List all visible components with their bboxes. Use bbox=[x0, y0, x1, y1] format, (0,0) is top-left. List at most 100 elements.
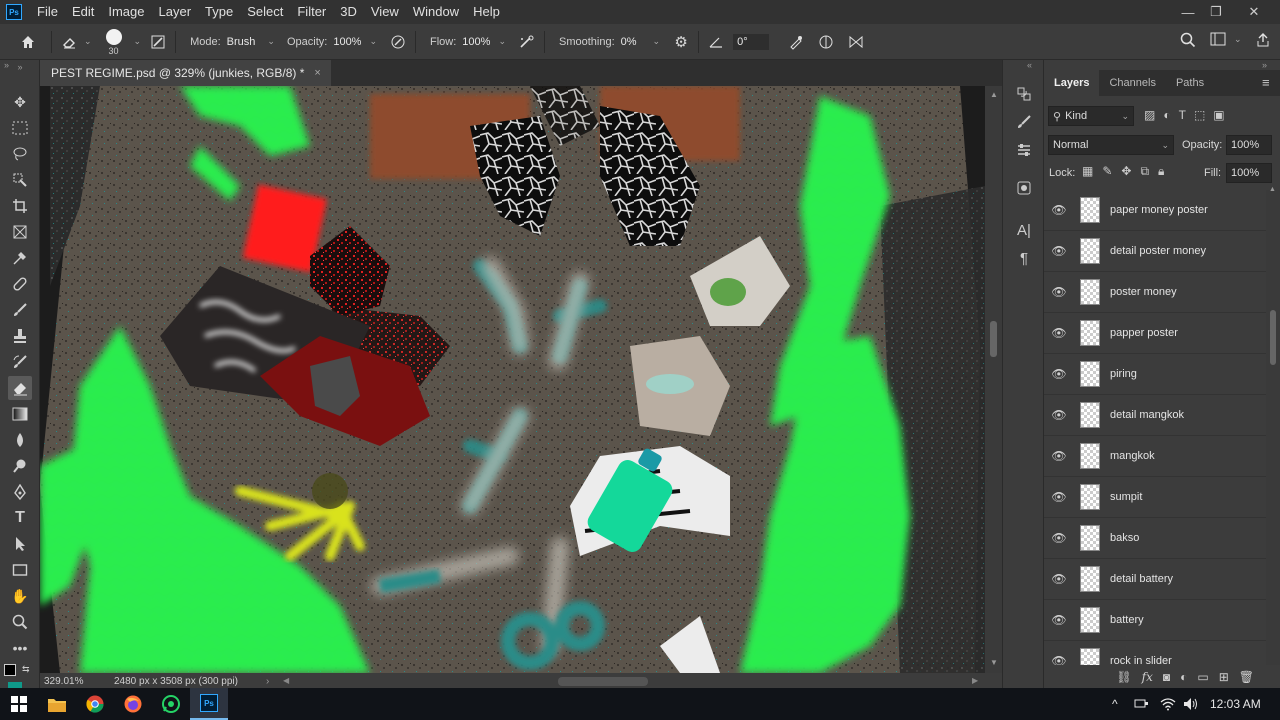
quick-select-tool-icon[interactable] bbox=[8, 168, 32, 192]
eye-icon[interactable]: 👁︎ bbox=[1044, 613, 1074, 627]
zoom-level[interactable]: 329.01% bbox=[44, 676, 104, 687]
scroll-up-icon[interactable]: ▲ bbox=[990, 90, 998, 99]
eye-icon[interactable]: 👁︎ bbox=[1044, 367, 1074, 381]
menu-edit[interactable]: Edit bbox=[65, 0, 101, 24]
canvas-vertical-scrollbar[interactable]: ▲ ▼ bbox=[985, 86, 1002, 673]
clock-time[interactable]: 12:03 AM bbox=[1210, 688, 1261, 720]
layer-row[interactable]: 👁︎ piring bbox=[1044, 354, 1266, 395]
history-panel-icon[interactable] bbox=[1012, 82, 1036, 106]
restore-button[interactable]: ❐ bbox=[1200, 0, 1232, 24]
trash-icon[interactable]: 🗑︎ bbox=[1239, 670, 1254, 684]
wifi-icon[interactable] bbox=[1160, 688, 1176, 720]
brush-size-picker[interactable]: 30 bbox=[98, 25, 130, 59]
scroll-down-icon[interactable]: ▼ bbox=[990, 658, 998, 667]
layer-filter-kind-select[interactable]: ⚲ Kind ⌄ bbox=[1048, 106, 1134, 126]
history-brush-tool-icon[interactable] bbox=[8, 350, 32, 374]
brush-settings-icon[interactable] bbox=[147, 34, 169, 50]
eye-icon[interactable]: 👁︎ bbox=[1044, 203, 1074, 217]
filter-adjustment-icon[interactable]: ◐ bbox=[1163, 108, 1170, 122]
show-hidden-icons[interactable]: ^ bbox=[1112, 688, 1118, 720]
chevron-down-icon[interactable]: ⌄ bbox=[653, 36, 661, 47]
layer-row[interactable]: 👁︎ detail poster money bbox=[1044, 231, 1266, 272]
tab-channels[interactable]: Channels bbox=[1099, 70, 1165, 96]
canvas-vertical-scroll-thumb[interactable] bbox=[990, 321, 997, 357]
eye-icon[interactable]: 👁︎ bbox=[1044, 572, 1074, 586]
chevron-down-icon[interactable]: ⌄ bbox=[369, 36, 377, 47]
lock-all-icon[interactable]: 🔒︎ bbox=[1158, 164, 1164, 179]
marquee-tool-icon[interactable] bbox=[8, 116, 32, 140]
path-select-tool-icon[interactable] bbox=[8, 532, 32, 556]
lasso-tool-icon[interactable] bbox=[8, 142, 32, 166]
menu-select[interactable]: Select bbox=[240, 0, 290, 24]
layer-row[interactable]: 👁︎ sumpit bbox=[1044, 477, 1266, 518]
close-tab-icon[interactable]: × bbox=[314, 67, 320, 79]
frame-tool-icon[interactable] bbox=[8, 220, 32, 244]
menu-help[interactable]: Help bbox=[466, 0, 507, 24]
filter-pixel-icon[interactable]: ▨ bbox=[1144, 108, 1155, 122]
tab-layers[interactable]: Layers bbox=[1044, 70, 1100, 96]
blur-tool-icon[interactable] bbox=[8, 428, 32, 452]
folder-icon[interactable]: ▭ bbox=[1197, 670, 1208, 684]
healing-brush-tool-icon[interactable] bbox=[8, 272, 32, 296]
start-button[interactable] bbox=[0, 688, 38, 720]
fx-icon[interactable]: fx bbox=[1142, 670, 1153, 684]
symmetry-icon[interactable] bbox=[815, 34, 837, 50]
butterfly-icon[interactable] bbox=[845, 34, 867, 50]
close-window-button[interactable]: ✕ bbox=[1238, 0, 1270, 24]
layer-row[interactable]: 👁︎ papper poster bbox=[1044, 313, 1266, 354]
menu-3d[interactable]: 3D bbox=[333, 0, 364, 24]
status-menu-arrow[interactable]: › bbox=[266, 676, 269, 687]
eye-icon[interactable]: 👁︎ bbox=[1044, 408, 1074, 422]
chrome-button[interactable] bbox=[76, 688, 114, 720]
airbrush-icon[interactable] bbox=[516, 34, 538, 50]
dodge-tool-icon[interactable] bbox=[8, 454, 32, 478]
expand-panels-icon[interactable]: « bbox=[1027, 60, 1032, 70]
stamp-tool-icon[interactable] bbox=[8, 324, 32, 348]
layer-row[interactable]: 👁︎ mangkok bbox=[1044, 436, 1266, 477]
flow-input[interactable]: 100% bbox=[462, 36, 490, 48]
brush-tool-icon[interactable] bbox=[8, 298, 32, 322]
hand-tool-icon[interactable]: ✋ bbox=[8, 584, 32, 608]
home-icon[interactable] bbox=[17, 34, 39, 50]
layer-row[interactable]: 👁︎ detail mangkok bbox=[1044, 395, 1266, 436]
eye-icon[interactable]: 👁︎ bbox=[1044, 490, 1074, 504]
eye-icon[interactable]: 👁︎ bbox=[1044, 449, 1074, 463]
menu-filter[interactable]: Filter bbox=[290, 0, 333, 24]
scroll-up-icon[interactable]: ▲ bbox=[1269, 186, 1276, 193]
mask-icon[interactable]: ◙ bbox=[1163, 670, 1170, 684]
crop-tool-icon[interactable] bbox=[8, 194, 32, 218]
scroll-left-icon[interactable]: ◀ bbox=[283, 676, 289, 685]
menu-view[interactable]: View bbox=[364, 0, 406, 24]
libraries-panel-icon[interactable] bbox=[1012, 176, 1036, 200]
zoom-tool-icon[interactable] bbox=[8, 610, 32, 634]
link-icon[interactable]: ⛓ bbox=[1116, 670, 1131, 684]
scroll-right-icon[interactable]: ▶ bbox=[972, 676, 978, 685]
blend-mode-select[interactable]: Normal ⌄ bbox=[1048, 135, 1174, 155]
menu-type[interactable]: Type bbox=[198, 0, 240, 24]
chevron-down-icon[interactable]: ⌄ bbox=[134, 36, 142, 47]
filter-smart-object-icon[interactable]: ▣ bbox=[1213, 108, 1224, 122]
more-tools-icon[interactable]: ••• bbox=[8, 636, 32, 660]
photoshop-button[interactable]: Ps bbox=[190, 688, 228, 720]
collapse-panel-icon[interactable]: » bbox=[4, 60, 9, 70]
type-tool-icon[interactable]: T bbox=[8, 506, 32, 530]
eye-icon[interactable]: 👁︎ bbox=[1044, 654, 1074, 665]
layers-scroll-thumb[interactable] bbox=[1270, 310, 1276, 365]
mode-select[interactable]: Brush bbox=[227, 36, 256, 48]
chevron-down-icon[interactable]: ⌄ bbox=[267, 36, 275, 47]
adjustments-panel-icon[interactable] bbox=[1012, 138, 1036, 162]
adjustment-icon[interactable]: ◐ bbox=[1180, 670, 1187, 684]
layer-row[interactable]: 👁︎ bakso bbox=[1044, 518, 1266, 559]
chevron-down-icon[interactable]: ⌄ bbox=[1234, 34, 1242, 45]
pen-tool-icon[interactable] bbox=[8, 480, 32, 504]
menu-window[interactable]: Window bbox=[406, 0, 466, 24]
gradient-tool-icon[interactable] bbox=[8, 402, 32, 426]
eraser-tool-icon[interactable] bbox=[8, 376, 32, 400]
menu-layer[interactable]: Layer bbox=[152, 0, 199, 24]
layers-scrollbar[interactable]: ▲ bbox=[1266, 186, 1280, 665]
filter-shape-icon[interactable]: ⬚ bbox=[1194, 108, 1205, 122]
collapse-panel-icon[interactable]: » bbox=[8, 62, 32, 72]
volume-icon[interactable] bbox=[1183, 688, 1199, 720]
layer-fill-input[interactable]: 100% bbox=[1226, 163, 1272, 183]
search-icon[interactable] bbox=[1177, 32, 1199, 48]
